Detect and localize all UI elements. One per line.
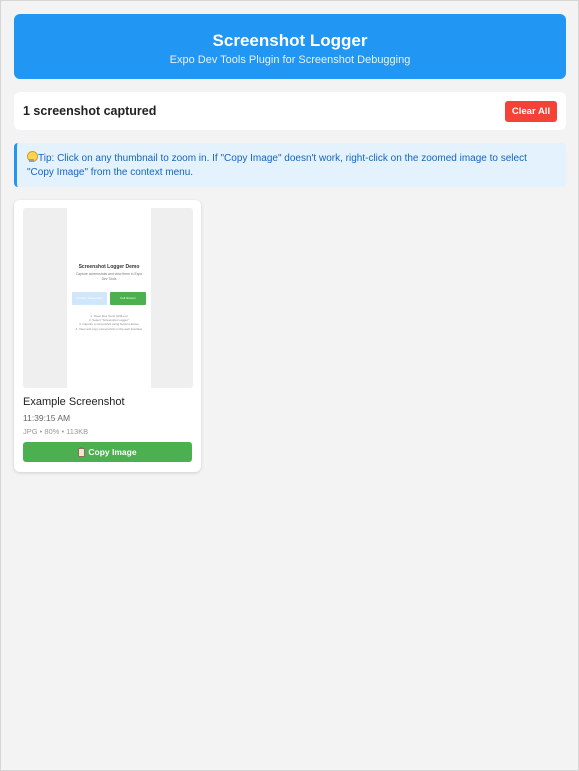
screenshot-card: Screenshot Logger Demo Capture screensho… xyxy=(14,200,201,472)
tip-banner: Tip: Click on any thumbnail to zoom in. … xyxy=(14,143,566,187)
thumbnail-steps: 1. Open Dev Tools (shift+m) 2. Select "S… xyxy=(72,314,146,331)
thumbnail-description: Capture screenshots and view them in Exp… xyxy=(75,272,143,281)
page-subtitle: Expo Dev Tools Plugin for Screenshot Deb… xyxy=(169,54,411,66)
screenshot-meta: JPG • 80% • 113KB xyxy=(23,427,89,436)
tip-text: Tip: Click on any thumbnail to zoom in. … xyxy=(27,153,527,178)
thumbnail-step: 3. Capture a screenshot using buttons ab… xyxy=(79,322,139,327)
status-bar: 1 screenshot captured Clear All xyxy=(14,92,566,130)
app-header: Screenshot Logger Expo Dev Tools Plugin … xyxy=(14,14,566,79)
thumbnail-capture-button: Capture Screenshot xyxy=(72,292,107,305)
copy-image-button[interactable]: Copy Image xyxy=(23,442,192,462)
lightbulb-icon xyxy=(27,151,38,163)
clear-all-button[interactable]: Clear All xyxy=(505,101,557,122)
screenshot-thumbnail[interactable]: Screenshot Logger Demo Capture screensho… xyxy=(23,208,193,388)
screenshot-name: Example Screenshot xyxy=(23,396,125,408)
copy-image-label: Copy Image xyxy=(88,447,137,457)
page-title: Screenshot Logger xyxy=(212,31,368,50)
thumbnail-fullscreen-button: Full Screen xyxy=(110,292,146,305)
thumbnail-title: Screenshot Logger Demo xyxy=(78,264,140,270)
screenshot-count: 1 screenshot captured xyxy=(23,104,157,118)
thumbnail-image: Screenshot Logger Demo Capture screensho… xyxy=(67,208,151,388)
screenshot-time: 11:39:15 AM xyxy=(23,413,71,423)
thumbnail-step: 4. View and copy screenshots in the web … xyxy=(75,326,143,331)
app-window: Screenshot Logger Expo Dev Tools Plugin … xyxy=(0,0,579,771)
clipboard-icon xyxy=(78,446,86,457)
